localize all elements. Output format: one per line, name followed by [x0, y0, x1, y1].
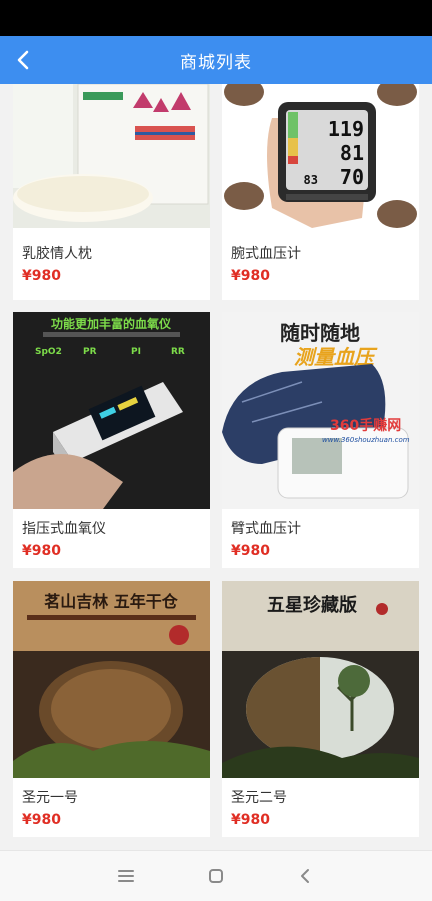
product-image-arm-monitor: 随时随地 测量血压 360手赚网 www.360shouzhuan.com [222, 312, 419, 509]
product-card[interactable]: 随时随地 测量血压 360手赚网 www.360shouzhuan.com 臂式… [222, 312, 419, 568]
product-price: ¥980 [231, 812, 270, 828]
product-image-oximeter: 功能更加丰富的血氧仪 SpO2 PR PI RR [13, 312, 210, 509]
product-price: ¥980 [22, 812, 61, 828]
app-header: 商城列表 [0, 36, 432, 84]
product-price: ¥980 [231, 268, 270, 284]
product-name: 圣元一号 [22, 790, 78, 806]
product-name: 乳胶情人枕 [22, 246, 92, 262]
product-image-wrist-monitor: 119 81 83 70 [222, 84, 419, 228]
product-card[interactable]: 乳胶情人枕 ¥980 [13, 84, 210, 300]
home-icon[interactable] [204, 865, 228, 887]
back-icon[interactable] [294, 865, 318, 887]
product-price: ¥980 [231, 543, 270, 559]
page-title: 商城列表 [180, 52, 252, 73]
watermark-text: 360手赚网 [330, 417, 401, 434]
tea2-headline: 五星珍藏版 [267, 594, 357, 616]
product-price: ¥980 [22, 543, 61, 559]
wrist-display-dia: 81 [340, 141, 364, 165]
watermark-url: www.360shouzhuan.com [322, 436, 410, 444]
badge-pi: PI [131, 347, 141, 357]
system-navigation-bar [0, 850, 432, 901]
product-price: ¥980 [22, 268, 61, 284]
menu-icon[interactable] [114, 865, 138, 887]
product-card[interactable]: 五星珍藏版 圣元二号 ¥980 [222, 581, 419, 837]
tea1-headline: 茗山吉林 五年干仓 [44, 592, 179, 611]
product-name: 圣元二号 [231, 790, 287, 806]
arm-headline-1: 随时随地 [280, 321, 360, 345]
product-grid: 乳胶情人枕 ¥980 119 81 83 70 腕式血压计 ¥980 功能更加丰… [0, 84, 432, 846]
product-card[interactable]: 119 81 83 70 腕式血压计 ¥980 [222, 84, 419, 300]
product-name: 指压式血氧仪 [22, 521, 106, 537]
badge-rr: RR [171, 347, 185, 357]
oximeter-headline: 功能更加丰富的血氧仪 [51, 316, 172, 331]
wrist-display-sys: 119 [328, 117, 364, 141]
product-image-tea-cake-2: 五星珍藏版 [222, 581, 419, 778]
wrist-display-pulse: 70 [340, 165, 364, 189]
product-name: 臂式血压计 [231, 521, 301, 537]
badge-spo2: SpO2 [35, 347, 62, 357]
product-card[interactable]: 茗山吉林 五年干仓 圣元一号 ¥980 [13, 581, 210, 837]
product-image-pillow [13, 84, 210, 228]
product-image-tea-cake-1: 茗山吉林 五年干仓 [13, 581, 210, 778]
product-name: 腕式血压计 [231, 246, 301, 262]
badge-pr: PR [83, 347, 97, 357]
back-arrow-icon[interactable] [12, 48, 36, 72]
product-card[interactable]: 功能更加丰富的血氧仪 SpO2 PR PI RR 指压式血氧仪 ¥980 [13, 312, 210, 568]
wrist-display-a: 83 [304, 173, 318, 187]
status-bar [0, 0, 432, 36]
